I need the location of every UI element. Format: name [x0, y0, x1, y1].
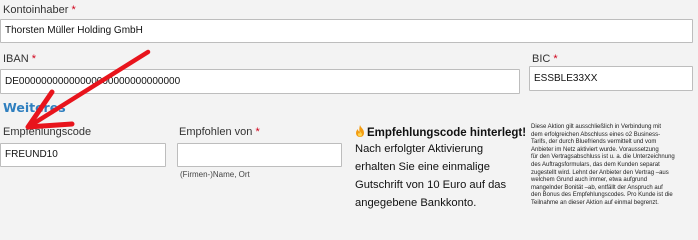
- fine-print-line: Tarifs, der durch Bluefriends vermittelt…: [531, 139, 657, 146]
- bank-details-form: Kontoinhaber * Thorsten Müller Holding G…: [0, 0, 698, 215]
- section-title-weiteres: Weiteres: [3, 100, 66, 115]
- required-mark: *: [71, 4, 76, 16]
- promo-line: angegebene Bankkonto.: [355, 197, 477, 209]
- required-mark: *: [31, 53, 37, 65]
- referred-by-input[interactable]: [177, 143, 342, 167]
- required-mark: *: [553, 53, 558, 65]
- bic-label: BIC *: [532, 53, 558, 66]
- iban-label-text: IBAN: [3, 53, 29, 65]
- fine-print-line: zugestellt wird. Lehnt der Anbieter den …: [531, 169, 669, 176]
- bic-input[interactable]: ESSBLE33XX: [529, 66, 693, 91]
- promo-title: Empfehlungscode hinterlegt!: [355, 125, 526, 139]
- promo-line: Nach erfolgter Aktivierung: [355, 143, 484, 155]
- account-holder-input[interactable]: Thorsten Müller Holding GmbH: [0, 19, 693, 43]
- referral-code-label: Empfehlungscode: [3, 126, 92, 138]
- referred-by-label-text: Empfohlen von: [179, 126, 253, 138]
- fine-print-line: für den Vertragsabschluss ist u. a. die …: [531, 154, 675, 161]
- fire-icon: [356, 125, 364, 137]
- bic-label-text: BIC: [532, 53, 551, 65]
- fine-print-line: des Auftragsformulars, das dem Kunden se…: [531, 161, 660, 168]
- fine-print-line: Teilnahme an dieser Aktion auf einmal be…: [531, 199, 659, 206]
- promo-line: Gutschrift von 10 Euro auf das: [355, 179, 507, 191]
- iban-label: IBAN *: [3, 53, 36, 66]
- account-holder-label-text: Kontoinhaber: [3, 4, 69, 16]
- fine-print-line: Anbieter im Netz aktiviert wurde. Voraus…: [531, 146, 659, 153]
- promo-line: erhalten Sie eine einmalige: [355, 161, 490, 173]
- fine-print-line: mangelnder Bonität –ab, entfällt der Ans…: [531, 184, 663, 191]
- fine-print-line: Diese Aktion gilt ausschließlich in Verb…: [531, 124, 662, 130]
- required-mark: *: [255, 126, 260, 138]
- iban-input[interactable]: DE00000000000000000000000000000: [0, 69, 520, 94]
- fine-print: Diese Aktion gilt ausschließlich in Verb…: [531, 124, 696, 208]
- referred-by-hint: (Firmen-)Name, Ort: [180, 170, 250, 179]
- account-holder-label: Kontoinhaber *: [3, 4, 76, 17]
- fine-print-line: dem erfolgreichen Abschluss eines o2 Bus…: [531, 131, 661, 138]
- referred-by-label: Empfohlen von *: [179, 126, 260, 139]
- fine-print-line: welchem Grund auch immer, etwa aufgrund: [531, 177, 648, 184]
- promo-title-text: Empfehlungscode hinterlegt!: [367, 127, 527, 139]
- promo-body: Nach erfolgter Aktivierung erhalten Sie …: [355, 140, 525, 212]
- fine-print-line: den Bonus des Empfehlungscodes. Pro Kund…: [531, 192, 673, 199]
- referral-code-input[interactable]: FREUND10: [0, 143, 166, 167]
